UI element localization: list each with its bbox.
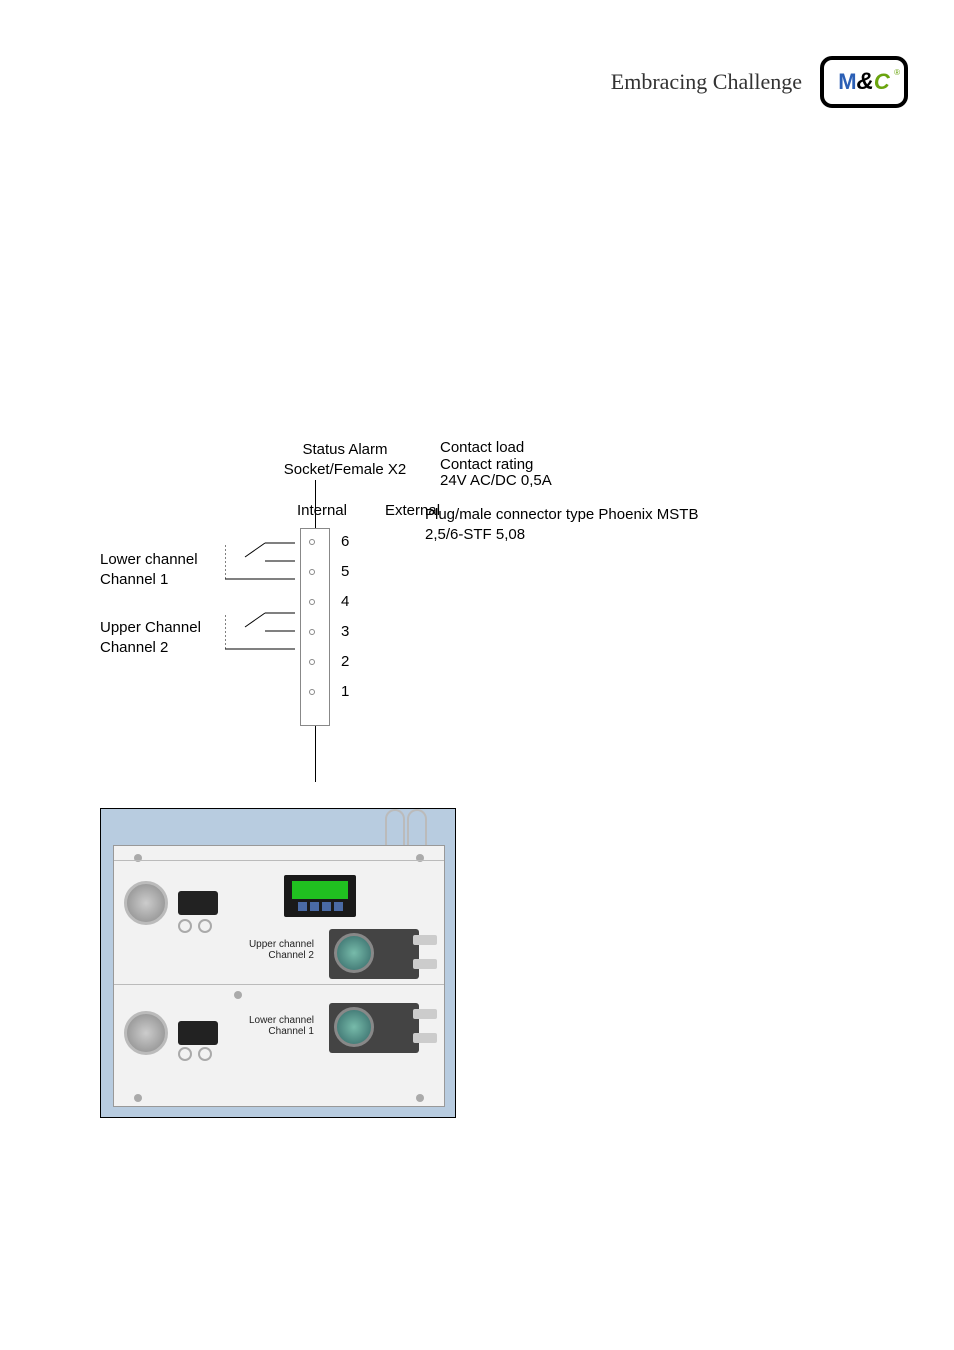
inlet-port-icon <box>124 881 168 925</box>
logo-letter-c: C <box>874 69 890 95</box>
pump-icon <box>334 933 374 973</box>
brand-logo: M & C ® <box>820 56 908 108</box>
pin-number: 5 <box>341 563 349 580</box>
internal-label: Internal <box>297 502 347 519</box>
lower-channel-label: Lower channel Channel 1 <box>100 550 198 589</box>
small-port-icon <box>198 1047 212 1061</box>
contact-rating-value: 24V AC/DC 0,5A <box>440 473 552 490</box>
connector-pin-icon <box>309 599 315 605</box>
pin-number: 2 <box>341 653 349 670</box>
display-key-icon <box>322 902 331 911</box>
small-port-icon <box>198 919 212 933</box>
photo-lower-channel-label: Lower channel Channel 1 <box>234 1015 314 1037</box>
pin-number: 6 <box>341 533 349 550</box>
upper-channel-line1: Upper Channel <box>100 618 201 638</box>
pin-number: 1 <box>341 683 349 700</box>
plug-line2: 2,5/6-STF 5,08 <box>425 525 698 545</box>
connector-pin-icon <box>309 659 315 665</box>
pump-icon <box>334 1007 374 1047</box>
lower-channel-row: Lower channel Channel 1 <box>114 984 444 1096</box>
photo-upper-channel-label: Upper channel Channel 2 <box>234 939 314 961</box>
upper-channel-line2: Channel 2 <box>100 638 201 658</box>
valve-knob-icon <box>178 891 218 915</box>
valve-knob-icon <box>178 1021 218 1045</box>
screw-icon <box>234 991 242 999</box>
digital-display <box>284 875 356 917</box>
contact-rating-label: Contact rating <box>440 457 552 474</box>
connector-box: 6 5 4 3 2 1 <box>300 528 330 726</box>
display-key-icon <box>334 902 343 911</box>
pin-number: 4 <box>341 593 349 610</box>
contact-load-label: Contact load <box>440 440 552 457</box>
connector-pin-icon <box>309 569 315 575</box>
tagline-text: Embracing Challenge <box>611 69 802 95</box>
plug-connector-info: Plug/male connector type Phoenix MSTB 2,… <box>425 505 698 544</box>
upper-channel-row: Upper channel Channel 2 <box>114 860 444 972</box>
logo-ampersand-icon: & <box>857 68 874 96</box>
upper-channel-label: Upper Channel Channel 2 <box>100 618 201 657</box>
relay-symbol-icon <box>225 605 295 645</box>
lower-channel-line1: Lower channel <box>100 550 198 570</box>
photo-upper-line2: Channel 2 <box>234 950 314 961</box>
photo-upper-line1: Upper channel <box>234 939 314 950</box>
front-panel: Upper channel Channel 2 Lower channel Ch… <box>113 845 445 1107</box>
connector-pin-icon <box>309 629 315 635</box>
side-port-icon <box>413 1033 437 1043</box>
pin-number: 3 <box>341 623 349 640</box>
photo-lower-line2: Channel 1 <box>234 1026 314 1037</box>
cable-icon <box>385 809 405 849</box>
photo-lower-line1: Lower channel <box>234 1015 314 1026</box>
logo-letter-m: M <box>838 69 856 95</box>
connector-pin-icon <box>309 689 315 695</box>
side-port-icon <box>413 1009 437 1019</box>
lower-channel-line2: Channel 1 <box>100 570 198 590</box>
registered-trademark-icon: ® <box>894 68 900 77</box>
display-key-icon <box>298 902 307 911</box>
side-port-icon <box>413 935 437 945</box>
side-port-icon <box>413 959 437 969</box>
device-photo: Upper channel Channel 2 Lower channel Ch… <box>100 808 456 1118</box>
small-port-icon <box>178 919 192 933</box>
socket-title: Status Alarm Socket/Female X2 <box>255 440 435 479</box>
plug-line1: Plug/male connector type Phoenix MSTB <box>425 505 698 525</box>
contact-rating-block: Contact load Contact rating 24V AC/DC 0,… <box>440 440 552 490</box>
connector-line <box>315 726 316 782</box>
inlet-port-icon <box>124 1011 168 1055</box>
connector-pin-icon <box>309 539 315 545</box>
small-port-icon <box>178 1047 192 1061</box>
connector-line <box>315 480 316 528</box>
socket-title-line2: Socket/Female X2 <box>255 460 435 480</box>
socket-title-line1: Status Alarm <box>255 440 435 460</box>
display-screen-icon <box>292 881 348 899</box>
relay-symbol-icon <box>225 535 295 575</box>
page-header: Embracing Challenge M & C ® <box>611 56 908 108</box>
display-keys <box>298 902 343 911</box>
cable-icon <box>407 809 427 849</box>
display-key-icon <box>310 902 319 911</box>
